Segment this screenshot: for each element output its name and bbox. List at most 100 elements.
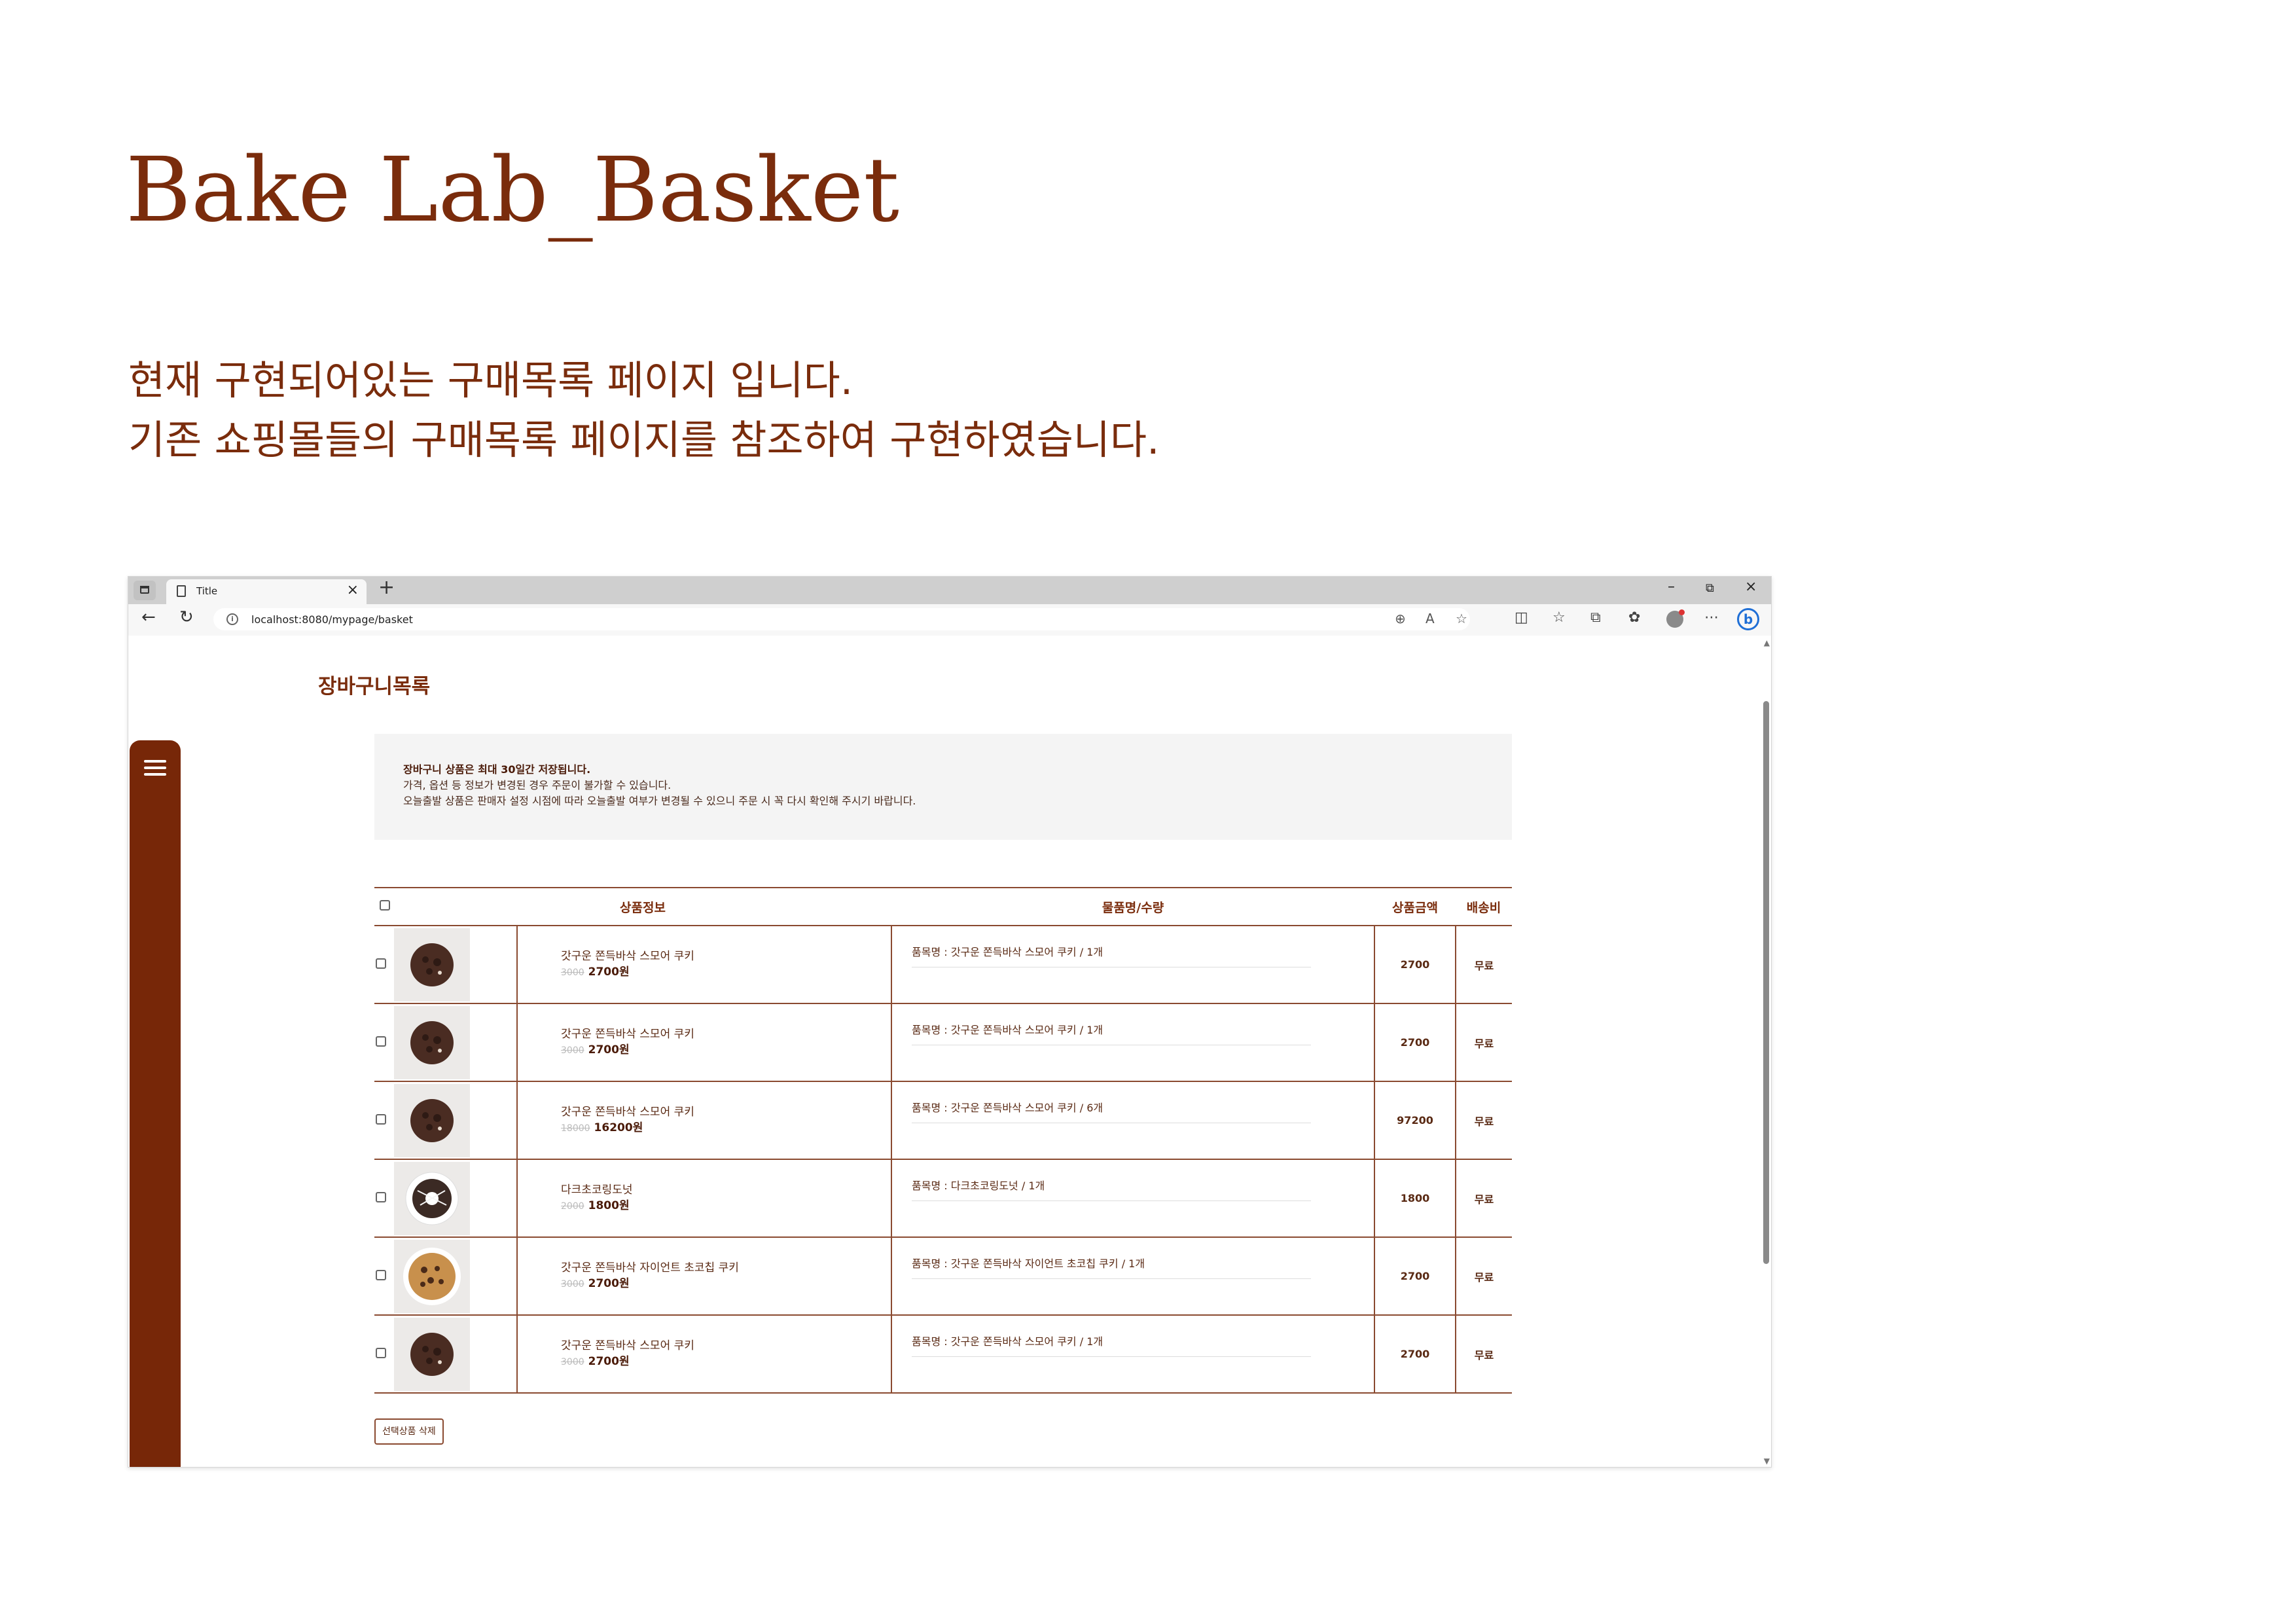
option-text: 품목명 : 갓구운 쫀득바삭 스모어 쿠키 / 6개 [912, 1102, 1103, 1114]
option-divider [912, 1278, 1312, 1279]
product-thumbnail[interactable] [394, 926, 518, 1004]
notice-box: 장바구니 상품은 최대 30일간 저장됩니다. 가격, 옵션 등 정보가 변경된… [374, 734, 1512, 840]
sale-price: 2700원 [588, 1043, 630, 1056]
scroll-down-icon[interactable]: ▼ [1764, 1456, 1770, 1466]
product-name[interactable]: 갓구운 쫀득바삭 스모어 쿠키 [561, 1338, 891, 1354]
close-window-button[interactable]: × [1745, 580, 1757, 594]
sale-price: 16200원 [594, 1121, 643, 1134]
table-row: 갓구운 쫀득바삭 스모어 쿠키 3000 2700원 품목명 : 갓구운 쫀득바삭 스… [374, 1003, 1513, 1082]
more-icon[interactable]: ⋯ [1704, 611, 1719, 625]
table-row: 다크초코링도넛 2000 1800원 품목명 : 다크초코링도넛 / 1개 1800 무료 [374, 1159, 1513, 1238]
scrollbar[interactable]: ▲ ▼ [1761, 636, 1771, 1467]
product-thumbnail[interactable] [394, 1081, 518, 1160]
shipping-fee: 무료 [1456, 1003, 1513, 1082]
new-tab-button[interactable]: + [378, 578, 395, 598]
sale-price: 1800원 [588, 1199, 630, 1212]
slide-description-line-2: 기존 쇼핑몰들의 구매목록 페이지를 참조하여 구현하였습니다. [128, 417, 1160, 463]
shipping-fee: 무료 [1456, 1159, 1513, 1238]
original-price: 3000 [561, 1045, 584, 1056]
url-text[interactable]: localhost:8080/mypage/basket [251, 613, 413, 626]
sale-price: 2700원 [588, 1355, 630, 1368]
product-name[interactable]: 갓구운 쫀득바삭 스모어 쿠키 [561, 948, 891, 964]
read-aloud-icon[interactable]: A [1426, 612, 1435, 625]
slide-description-line-1: 현재 구현되어있는 구매목록 페이지 입니다. [128, 357, 853, 404]
tab-bar: Title × + – ⧉ × [128, 577, 1771, 604]
tab-close-icon[interactable]: × [347, 583, 359, 598]
minimize-button[interactable]: – [1668, 580, 1675, 594]
product-info-cell: 다크초코링도넛 2000 1800원 [517, 1159, 893, 1238]
split-screen-icon[interactable]: ◫ [1515, 611, 1528, 625]
header-option-qty: 물품명/수량 [891, 887, 1375, 926]
product-name[interactable]: 다크초코링도넛 [561, 1182, 891, 1198]
page-heading: 장바구니목록 [318, 675, 431, 698]
product-name[interactable]: 갓구운 쫀득바삭 스모어 쿠키 [561, 1104, 891, 1120]
browser-tab[interactable]: Title × [166, 579, 367, 604]
option-text: 품목명 : 다크초코링도넛 / 1개 [912, 1180, 1045, 1192]
tab-title: Title [196, 585, 218, 597]
header-product-info: 상품정보 [394, 887, 892, 926]
row-select-cell [374, 1159, 394, 1238]
extensions-icon[interactable]: ✿ [1628, 611, 1640, 625]
scroll-thumb[interactable] [1763, 701, 1769, 1264]
product-thumbnail[interactable] [394, 1159, 518, 1238]
select-all-checkbox[interactable] [380, 900, 390, 911]
tab-switcher-icon[interactable] [134, 581, 156, 600]
back-icon[interactable]: ← [141, 609, 156, 626]
hamburger-icon[interactable] [144, 760, 166, 776]
product-price: 2700 [1374, 1237, 1457, 1316]
info-icon[interactable]: i [226, 613, 238, 625]
product-thumbnail[interactable] [394, 1003, 518, 1082]
product-price: 2700 [1374, 1003, 1457, 1082]
option-text: 품목명 : 갓구운 쫀득바삭 자이언트 초코칩 쿠키 / 1개 [912, 1257, 1145, 1270]
table-header: 상품정보 물품명/수량 상품금액 배송비 [374, 887, 1513, 926]
option-cell: 품목명 : 갓구운 쫀득바삭 스모어 쿠키 / 1개 [891, 1003, 1376, 1082]
url-field[interactable]: i localhost:8080/mypage/basket ⊕ A ☆ [213, 608, 1470, 630]
original-price: 18000 [561, 1123, 590, 1134]
option-text: 품목명 : 갓구운 쫀득바삭 스모어 쿠키 / 1개 [912, 1335, 1103, 1348]
table-row: 갓구운 쫀득바삭 스모어 쿠키 18000 16200원 품목명 : 갓구운 쫀득바삭… [374, 1081, 1513, 1160]
option-cell: 품목명 : 갓구운 쫀득바삭 스모어 쿠키 / 6개 [891, 1081, 1376, 1160]
shipping-fee: 무료 [1456, 1081, 1513, 1160]
collections-icon[interactable]: ⧉ [1590, 611, 1601, 625]
sidebar-menu[interactable] [130, 740, 181, 1467]
favorite-icon[interactable]: ☆ [1456, 612, 1467, 625]
header-shipping: 배송비 [1456, 887, 1513, 926]
row-checkbox[interactable] [376, 958, 386, 969]
option-divider [912, 1356, 1312, 1357]
scroll-up-icon[interactable]: ▲ [1764, 638, 1770, 647]
sale-price: 2700원 [588, 1277, 630, 1290]
table-row: 갓구운 쫀득바삭 스모어 쿠키 3000 2700원 품목명 : 갓구운 쫀득바삭 스… [374, 926, 1513, 1004]
shipping-fee: 무료 [1456, 1237, 1513, 1316]
reload-icon[interactable]: ↻ [179, 609, 194, 626]
restore-button[interactable]: ⧉ [1706, 583, 1714, 594]
table-row: 갓구운 쫀득바삭 자이언트 초코칩 쿠키 3000 2700원 품목명 : 갓구운 쫀… [374, 1237, 1513, 1316]
favorites-icon[interactable]: ☆ [1552, 611, 1566, 625]
product-info-cell: 갓구운 쫀득바삭 자이언트 초코칩 쿠키 3000 2700원 [517, 1237, 893, 1316]
header-price: 상품금액 [1374, 887, 1456, 926]
slide-title: Bake Lab_Basket [126, 139, 899, 242]
option-text: 품목명 : 갓구운 쫀득바삭 스모어 쿠키 / 1개 [912, 946, 1103, 958]
product-thumbnail[interactable] [394, 1315, 518, 1394]
page-icon [177, 585, 186, 597]
profile-icon[interactable] [1666, 609, 1685, 628]
option-cell: 품목명 : 갓구운 쫀득바삭 스모어 쿠키 / 1개 [891, 926, 1376, 1004]
original-price: 3000 [561, 1279, 584, 1290]
row-checkbox[interactable] [376, 1036, 386, 1047]
product-thumbnail[interactable] [394, 1237, 518, 1316]
row-checkbox[interactable] [376, 1191, 386, 1202]
product-name[interactable]: 갓구운 쫀득바삭 자이언트 초코칩 쿠키 [561, 1260, 891, 1276]
product-name[interactable]: 갓구운 쫀득바삭 스모어 쿠키 [561, 1026, 891, 1042]
option-cell: 품목명 : 갓구운 쫀득바삭 자이언트 초코칩 쿠키 / 1개 [891, 1237, 1376, 1316]
product-price: 2700 [1374, 1315, 1457, 1394]
select-all-cell [374, 887, 394, 926]
row-checkbox[interactable] [376, 1113, 386, 1125]
table-row: 갓구운 쫀득바삭 스모어 쿠키 3000 2700원 품목명 : 갓구운 쫀득바삭 스… [374, 1315, 1513, 1394]
zoom-icon[interactable]: ⊕ [1395, 612, 1406, 625]
row-checkbox[interactable] [376, 1347, 386, 1358]
notice-line: 가격, 옵션 등 정보가 변경된 경우 주문이 불가할 수 있습니다. [403, 779, 672, 791]
product-info-cell: 갓구운 쫀득바삭 스모어 쿠키 3000 2700원 [517, 926, 893, 1004]
notice-line: 장바구니 상품은 최대 30일간 저장됩니다. [403, 763, 591, 776]
delete-selected-button[interactable]: 선택상품 삭제 [374, 1418, 444, 1445]
row-checkbox[interactable] [376, 1269, 386, 1280]
bing-icon[interactable]: b [1737, 608, 1759, 630]
